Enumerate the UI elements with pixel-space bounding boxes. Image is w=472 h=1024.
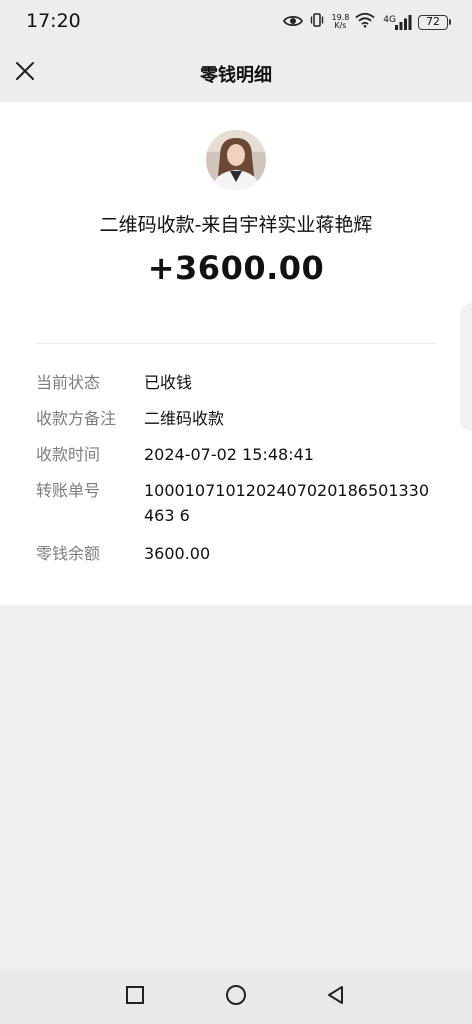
detail-label: 零钱余额: [36, 544, 101, 563]
vibrate-icon: [309, 12, 325, 32]
network-type: 4G: [383, 15, 396, 25]
eye-icon: [283, 13, 304, 32]
detail-label: 收款时间: [36, 445, 101, 464]
divider: [36, 343, 436, 344]
recent-apps-icon: [125, 985, 145, 1009]
detail-label: 收款方备注: [36, 409, 117, 428]
recent-apps-button[interactable]: [120, 982, 150, 1012]
detail-value: 2024-07-02 15:48:41: [144, 445, 314, 464]
wifi-icon: [355, 12, 375, 32]
edge-panel-handle[interactable]: [462, 305, 472, 429]
detail-value: 3600.00: [144, 544, 211, 563]
detail-value: 已收钱: [144, 373, 193, 392]
status-icons: 19.8 K/s 4G 72: [283, 10, 451, 34]
battery-icon: 72: [418, 14, 451, 30]
detail-value: 二维码收款: [144, 409, 225, 428]
avatar[interactable]: [206, 130, 266, 190]
payer-title: 二维码收款-来自宇祥实业蒋艳辉: [99, 214, 373, 236]
back-button[interactable]: [321, 982, 351, 1012]
transaction-amount: +3600.00: [147, 249, 325, 287]
navigation-bar: [0, 970, 472, 1024]
signal-icon: 4G: [381, 14, 412, 30]
page-title: 零钱明细: [200, 65, 272, 86]
title-bar: 零钱明细: [0, 44, 472, 102]
home-icon: [225, 984, 247, 1010]
detail-value[interactable]: 1000107101202407020186501330463 6: [144, 478, 434, 528]
status-time: 17:20: [26, 10, 81, 32]
detail-label: 当前状态: [36, 373, 101, 392]
net-speed-unit: K/s: [334, 21, 347, 30]
screen: 17:20 19.8 K/s 4G 72 零钱明细 二维码收款-来自宇祥实业蒋艳…: [0, 0, 472, 1024]
home-button[interactable]: [221, 982, 251, 1012]
detail-label: 转账单号: [36, 481, 101, 500]
net-speed: 19.8 K/s: [331, 14, 349, 30]
status-bar: 17:20 19.8 K/s 4G 72: [0, 0, 472, 44]
back-icon: [326, 985, 346, 1009]
transaction-detail-card: 二维码收款-来自宇祥实业蒋艳辉 +3600.00 当前状态 已收钱 收款方备注 …: [0, 102, 472, 605]
